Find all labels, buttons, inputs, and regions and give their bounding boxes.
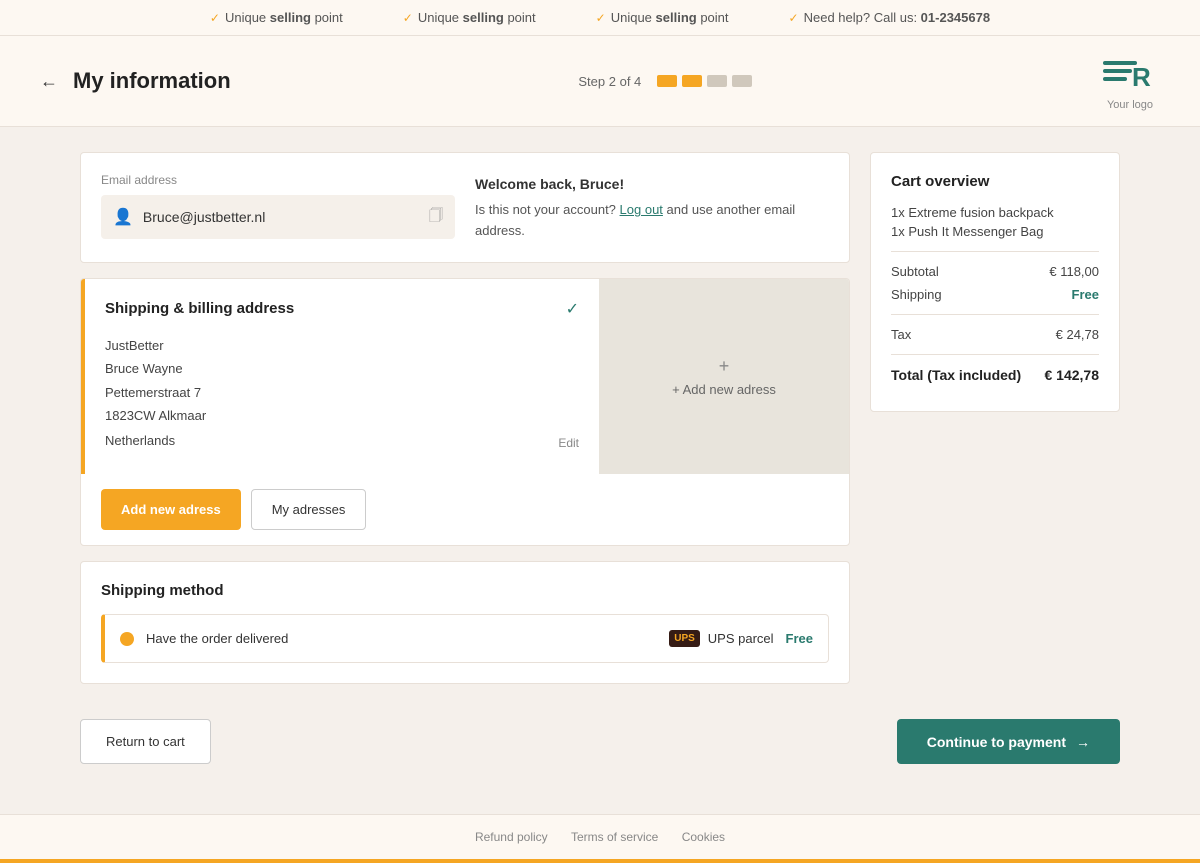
check-icon-1: ✓ [210, 11, 220, 25]
step-indicator: Step 2 of 4 [578, 74, 752, 89]
cart-divider-2 [891, 314, 1099, 315]
welcome-body: Is this not your account? Log out and us… [475, 202, 795, 238]
plus-icon: + [672, 356, 776, 377]
ups-logo: UPS UPS parcel [669, 630, 773, 647]
shipping-method-card: Shipping method Have the order delivered… [80, 561, 850, 684]
yellow-bottom-bar [0, 859, 1200, 863]
cart-total-row: Total (Tax included) € 142,78 [891, 367, 1099, 383]
address-buttons: Add new adress My adresses [81, 474, 849, 545]
email-row: 👤 Bruce@justbetter.nl 🗍 [101, 195, 455, 239]
address-name: JustBetter [105, 334, 579, 357]
header: ← My information Step 2 of 4 R Your logo [0, 36, 1200, 127]
logo-subtitle: Your logo [1100, 99, 1160, 111]
tax-label: Tax [891, 327, 911, 342]
cart-subtotal-row: Subtotal € 118,00 [891, 264, 1099, 279]
step-dot-2 [682, 75, 702, 87]
address-city: 1823CW Alkmaar [105, 404, 579, 427]
right-panel: Cart overview 1x Extreme fusion backpack… [870, 152, 1120, 684]
back-button[interactable]: ← [40, 71, 58, 92]
cart-item-2: 1x Push It Messenger Bag [891, 224, 1099, 239]
address-street: Pettemerstraat 7 [105, 381, 579, 404]
address-lines: JustBetter Bruce Wayne Pettemerstraat 7 … [105, 334, 579, 454]
subtotal-value: € 118,00 [1049, 264, 1099, 279]
address-person: Bruce Wayne [105, 357, 579, 380]
map-area[interactable]: + + Add new adress [599, 279, 849, 474]
user-icon: 👤 [113, 207, 133, 227]
add-new-address-button[interactable]: Add new adress [101, 489, 241, 530]
cart-card: Cart overview 1x Extreme fusion backpack… [870, 152, 1120, 412]
email-welcome-row: Email address 👤 Bruce@justbetter.nl 🗍 We… [101, 173, 829, 242]
step-dot-3 [707, 75, 727, 87]
edit-address-link[interactable]: Edit [558, 433, 579, 455]
step-dot-1 [657, 75, 677, 87]
total-label: Total (Tax included) [891, 367, 1021, 383]
address-title: Shipping & billing address [105, 300, 294, 317]
footer-cookies-link[interactable]: Cookies [682, 830, 725, 844]
welcome-title: Welcome back, Bruce! [475, 173, 829, 195]
check-icon-4: ✓ [789, 11, 799, 25]
return-to-cart-button[interactable]: Return to cart [80, 719, 211, 764]
arrow-right-icon: → [1076, 734, 1090, 750]
shipping-price: Free [786, 631, 813, 646]
shipping-card: Shipping & billing address ✓ JustBetter … [80, 278, 850, 546]
step-dots [657, 75, 752, 87]
cart-shipping-row: Shipping Free [891, 287, 1099, 302]
check-icon-2: ✓ [403, 11, 413, 25]
shipping-inner: Shipping & billing address ✓ JustBetter … [81, 279, 849, 474]
continue-to-payment-button[interactable]: Continue to payment → [897, 719, 1120, 764]
address-header: Shipping & billing address ✓ [105, 299, 579, 319]
shipping-option[interactable]: Have the order delivered UPS UPS parcel … [101, 614, 829, 663]
add-new-map-text: + + Add new adress [672, 356, 776, 397]
shipping-method-title: Shipping method [101, 582, 829, 599]
address-check-icon: ✓ [566, 299, 579, 319]
tax-value: € 24,78 [1056, 327, 1099, 342]
total-value: € 142,78 [1045, 367, 1100, 383]
footer-terms-link[interactable]: Terms of service [571, 830, 658, 844]
cart-item-1: 1x Extreme fusion backpack [891, 205, 1099, 220]
banner-item-help: ✓ Need help? Call us: 01-2345678 [789, 10, 991, 25]
left-panel: Email address 👤 Bruce@justbetter.nl 🗍 We… [80, 152, 850, 684]
cart-title: Cart overview [891, 173, 1099, 190]
subtotal-label: Subtotal [891, 264, 939, 279]
address-section: Shipping & billing address ✓ JustBetter … [81, 279, 599, 474]
banner-item-1: ✓ Unique selling point [210, 10, 343, 25]
step-dot-4 [732, 75, 752, 87]
logo-icon: R [1100, 51, 1160, 96]
welcome-text: Welcome back, Bruce! Is this not your ac… [475, 173, 829, 242]
email-label: Email address [101, 173, 455, 187]
bottom-actions: Return to cart Continue to payment → [0, 709, 1200, 794]
cart-divider-3 [891, 354, 1099, 355]
cart-tax-row: Tax € 24,78 [891, 327, 1099, 342]
logout-link[interactable]: Log out [620, 202, 663, 217]
banner-item-2: ✓ Unique selling point [403, 10, 536, 25]
shipping-value: Free [1072, 287, 1099, 302]
check-icon-3: ✓ [596, 11, 606, 25]
top-banner: ✓ Unique selling point ✓ Unique selling … [0, 0, 1200, 36]
ups-carrier-label: UPS parcel [708, 631, 774, 646]
svg-text:R: R [1132, 62, 1151, 92]
shipping-option-label: Have the order delivered [146, 631, 657, 646]
address-country: Netherlands [105, 429, 175, 452]
shipping-label: Shipping [891, 287, 942, 302]
ups-badge: UPS [669, 630, 700, 647]
email-value: Bruce@justbetter.nl [143, 209, 419, 225]
footer-refund-link[interactable]: Refund policy [475, 830, 548, 844]
page-title: My information [73, 68, 231, 94]
copy-icon[interactable]: 🗍 [429, 205, 443, 229]
radio-selected-icon [120, 632, 134, 646]
main-content: Email address 👤 Bruce@justbetter.nl 🗍 We… [0, 127, 1200, 709]
header-left: ← My information [40, 68, 231, 94]
step-text: Step 2 of 4 [578, 74, 641, 89]
my-addresses-button[interactable]: My adresses [251, 489, 367, 530]
footer: Refund policy Terms of service Cookies [0, 814, 1200, 859]
email-card: Email address 👤 Bruce@justbetter.nl 🗍 We… [80, 152, 850, 263]
email-input-area: Email address 👤 Bruce@justbetter.nl 🗍 [101, 173, 455, 239]
cart-divider-1 [891, 251, 1099, 252]
banner-item-3: ✓ Unique selling point [596, 10, 729, 25]
logo-area: R Your logo [1100, 51, 1160, 111]
